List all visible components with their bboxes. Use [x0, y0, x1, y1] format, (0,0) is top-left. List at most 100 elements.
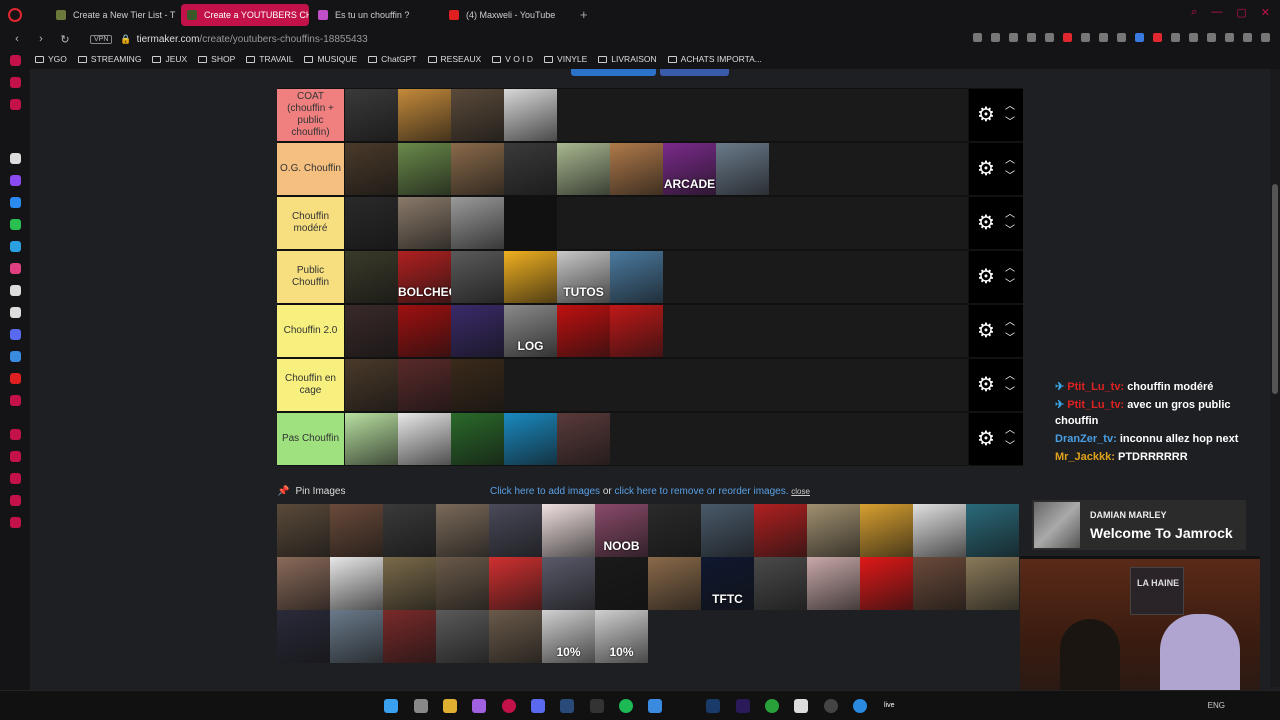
- bookmark-item[interactable]: LIVRAISON: [598, 54, 657, 64]
- chevron-up-icon[interactable]: ︿: [1005, 264, 1015, 274]
- bookmark-item[interactable]: V O I D: [492, 54, 533, 64]
- chevron-down-icon[interactable]: ﹀: [1005, 226, 1015, 236]
- tier-label[interactable]: Pas Chouffin: [277, 413, 345, 465]
- extension-icon[interactable]: [1171, 33, 1180, 42]
- chevron-up-icon[interactable]: ︿: [1005, 426, 1015, 436]
- sidebar-app-icon[interactable]: [10, 55, 21, 66]
- tier-thumbnail[interactable]: TUTOS: [557, 251, 610, 303]
- telegram-icon[interactable]: [10, 241, 21, 252]
- file-explorer-icon[interactable]: [443, 699, 457, 713]
- tier-thumbnail[interactable]: [398, 305, 451, 357]
- pool-thumbnail[interactable]: [860, 557, 913, 610]
- pool-thumbnail[interactable]: [542, 557, 595, 610]
- pool-thumbnail[interactable]: [277, 557, 330, 610]
- extension-icon[interactable]: [1153, 33, 1162, 42]
- tier-thumbnail[interactable]: ARCADE: [663, 143, 716, 195]
- history-icon[interactable]: [10, 473, 21, 484]
- scrollbar-thumb[interactable]: [1272, 184, 1278, 394]
- chevron-down-icon[interactable]: ﹀: [1005, 172, 1015, 182]
- tier-thumbnail[interactable]: [557, 305, 610, 357]
- page-scrollbar[interactable]: [1270, 69, 1280, 687]
- instagram-icon[interactable]: [10, 263, 21, 274]
- extension-icon[interactable]: [1207, 33, 1216, 42]
- discord-taskbar-icon[interactable]: [531, 699, 545, 713]
- extension-icon[interactable]: [1027, 33, 1036, 42]
- gear-icon[interactable]: ⚙: [977, 375, 995, 395]
- whatsapp-icon[interactable]: [10, 219, 21, 230]
- tier-drop-zone[interactable]: LOG: [345, 305, 969, 357]
- remove-images-link[interactable]: click here to remove or reorder images.: [615, 486, 789, 497]
- tier-thumbnail[interactable]: [398, 143, 451, 195]
- bookmark-item[interactable]: ChatGPT: [368, 54, 417, 64]
- tier-thumbnail[interactable]: [345, 305, 398, 357]
- sidebar-app-icon[interactable]: [10, 373, 21, 384]
- pool-thumbnail[interactable]: [330, 504, 383, 557]
- tier-thumbnail[interactable]: [398, 197, 451, 249]
- gear-icon[interactable]: ⚙: [977, 429, 995, 449]
- sidebar-app-icon[interactable]: [10, 451, 21, 462]
- pool-thumbnail[interactable]: [754, 504, 807, 557]
- steam-icon[interactable]: [560, 699, 574, 713]
- language-indicator[interactable]: ENG: [1208, 701, 1225, 710]
- tier-drop-zone[interactable]: ARCADE: [345, 143, 969, 195]
- pool-thumbnail[interactable]: [913, 504, 966, 557]
- tier-thumbnail[interactable]: [398, 89, 451, 141]
- tier-thumbnail[interactable]: [345, 251, 398, 303]
- back-icon[interactable]: ‹: [10, 33, 24, 45]
- close-link[interactable]: close: [791, 487, 810, 496]
- pool-thumbnail[interactable]: NOOB: [595, 504, 648, 557]
- tier-thumbnail[interactable]: [398, 359, 451, 411]
- tier-thumbnail[interactable]: [557, 143, 610, 195]
- x-icon[interactable]: [10, 307, 21, 318]
- tier-thumbnail[interactable]: [345, 359, 398, 411]
- extension-icon[interactable]: [1225, 33, 1234, 42]
- tier-thumbnail[interactable]: [504, 251, 557, 303]
- vpn-badge[interactable]: VPN: [90, 34, 113, 44]
- tier-thumbnail[interactable]: [345, 143, 398, 195]
- epic-games-icon[interactable]: [590, 699, 604, 713]
- settings-icon[interactable]: [10, 517, 21, 528]
- extension-icon[interactable]: [1009, 33, 1018, 42]
- close-icon[interactable]: ✕: [1261, 6, 1270, 19]
- opera-taskbar-icon[interactable]: [502, 699, 516, 713]
- premiere-icon[interactable]: [736, 699, 750, 713]
- tier-thumbnail[interactable]: [451, 305, 504, 357]
- chevron-up-icon[interactable]: ︿: [1005, 210, 1015, 220]
- extension-icon[interactable]: [1135, 33, 1144, 42]
- tier-thumbnail[interactable]: [610, 143, 663, 195]
- tier-thumbnail[interactable]: [451, 89, 504, 141]
- pool-thumbnail[interactable]: [648, 557, 701, 610]
- chevron-up-icon[interactable]: ︿: [1005, 102, 1015, 112]
- pool-thumbnail[interactable]: TFTC: [701, 557, 754, 610]
- tab-1[interactable]: Create a YOUTUBERS CH: [181, 3, 309, 26]
- extension-icon[interactable]: [1045, 33, 1054, 42]
- spotify-icon[interactable]: [619, 699, 633, 713]
- bookmark-item[interactable]: MUSIQUE: [304, 54, 357, 64]
- tier-thumbnail[interactable]: [451, 413, 504, 465]
- pool-thumbnail[interactable]: [436, 557, 489, 610]
- tier-thumbnail[interactable]: [451, 143, 504, 195]
- pool-thumbnail[interactable]: [489, 557, 542, 610]
- new-tab-button[interactable]: +: [580, 7, 588, 22]
- pool-thumbnail[interactable]: [277, 610, 330, 663]
- tier-label[interactable]: Public Chouffin: [277, 251, 345, 303]
- tier-thumbnail[interactable]: [398, 413, 451, 465]
- gear-icon[interactable]: ⚙: [977, 213, 995, 233]
- pool-thumbnail[interactable]: [330, 610, 383, 663]
- bookmark-item[interactable]: ACHATS IMPORTA...: [667, 54, 762, 64]
- sidebar-app-icon[interactable]: [10, 351, 21, 362]
- tier-thumbnail[interactable]: [504, 197, 557, 249]
- sidebar-app-icon[interactable]: [10, 495, 21, 506]
- save-button-stub[interactable]: [571, 69, 656, 76]
- photoshop-icon[interactable]: [706, 699, 720, 713]
- tier-thumbnail[interactable]: [451, 359, 504, 411]
- pool-thumbnail[interactable]: [860, 504, 913, 557]
- pool-thumbnail[interactable]: [807, 557, 860, 610]
- chevron-down-icon[interactable]: ﹀: [1005, 334, 1015, 344]
- tier-drop-zone[interactable]: [345, 413, 969, 465]
- pool-thumbnail[interactable]: [383, 504, 436, 557]
- tab-3[interactable]: (4) Maxweli - YouTube: [443, 4, 571, 26]
- pool-thumbnail[interactable]: [595, 557, 648, 610]
- tier-thumbnail[interactable]: [504, 143, 557, 195]
- taskbar-app-icon[interactable]: [472, 699, 486, 713]
